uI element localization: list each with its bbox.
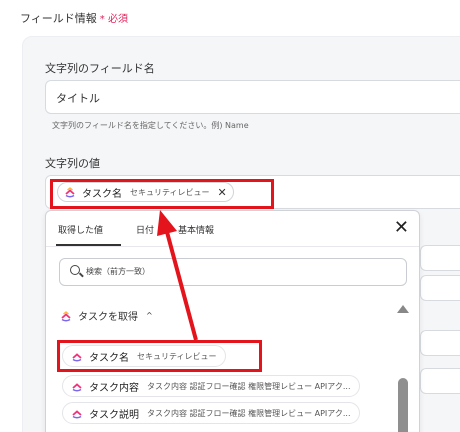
tab-basic-info[interactable]: 基本情報 (178, 223, 214, 236)
section-header: フィールド情報 * 必須 (20, 10, 128, 26)
background-field (420, 330, 460, 356)
scrollbar-thumb[interactable] (398, 378, 408, 432)
search-icon (70, 265, 80, 275)
field-name-input[interactable]: タイトル (45, 80, 460, 114)
group-label: タスクを取得 (78, 312, 138, 323)
group-get-task[interactable]: タスクを取得 ^ (60, 308, 153, 323)
tab-retrieved-values[interactable]: 取得した値 (58, 223, 103, 236)
required-badge: * 必須 (99, 14, 128, 25)
field-value-label: 文字列の値 (45, 157, 100, 170)
scroll-up-icon[interactable] (397, 305, 409, 313)
clickup-logo-icon (72, 383, 82, 392)
background-field (420, 245, 460, 271)
popup-tabs: 取得した値 日付 基本情報 ✕ (46, 211, 419, 247)
section-title: フィールド情報 (20, 12, 97, 25)
clickup-logo-icon (72, 410, 82, 419)
field-name-hint: 文字列のフィールド名を指定してください。例) Name (52, 121, 249, 130)
close-icon[interactable]: ✕ (394, 217, 409, 238)
list-item[interactable]: タスク説明 タスク内容 認証フロー確認 権限管理レビュー APIアク... (62, 402, 360, 424)
item-title: タスク内容 (89, 382, 139, 394)
search-input[interactable]: 検索（前方一致） (59, 258, 407, 286)
list-item[interactable]: タスク内容 タスク内容 認証フロー確認 権限管理レビュー APIアク... (62, 375, 360, 397)
highlight-box-chip (50, 179, 274, 209)
background-field (420, 275, 460, 301)
item-title: タスク説明 (89, 409, 139, 421)
background-field (420, 368, 460, 394)
chevron-up-icon[interactable]: ^ (146, 311, 153, 320)
item-subtitle: タスク内容 認証フロー確認 権限管理レビュー APIアク... (147, 408, 351, 418)
highlight-box-item (57, 340, 262, 372)
field-name-label: 文字列のフィールド名 (45, 62, 155, 75)
tab-date[interactable]: 日付 (136, 223, 154, 236)
value-picker-popup: 取得した値 日付 基本情報 ✕ 検索（前方一致） タスクを取得 ^ タスク名 セ… (45, 210, 420, 432)
active-tab-indicator (56, 244, 121, 246)
item-subtitle: タスク内容 認証フロー確認 権限管理レビュー APIアク... (147, 381, 351, 391)
clickup-logo-icon (61, 310, 71, 322)
